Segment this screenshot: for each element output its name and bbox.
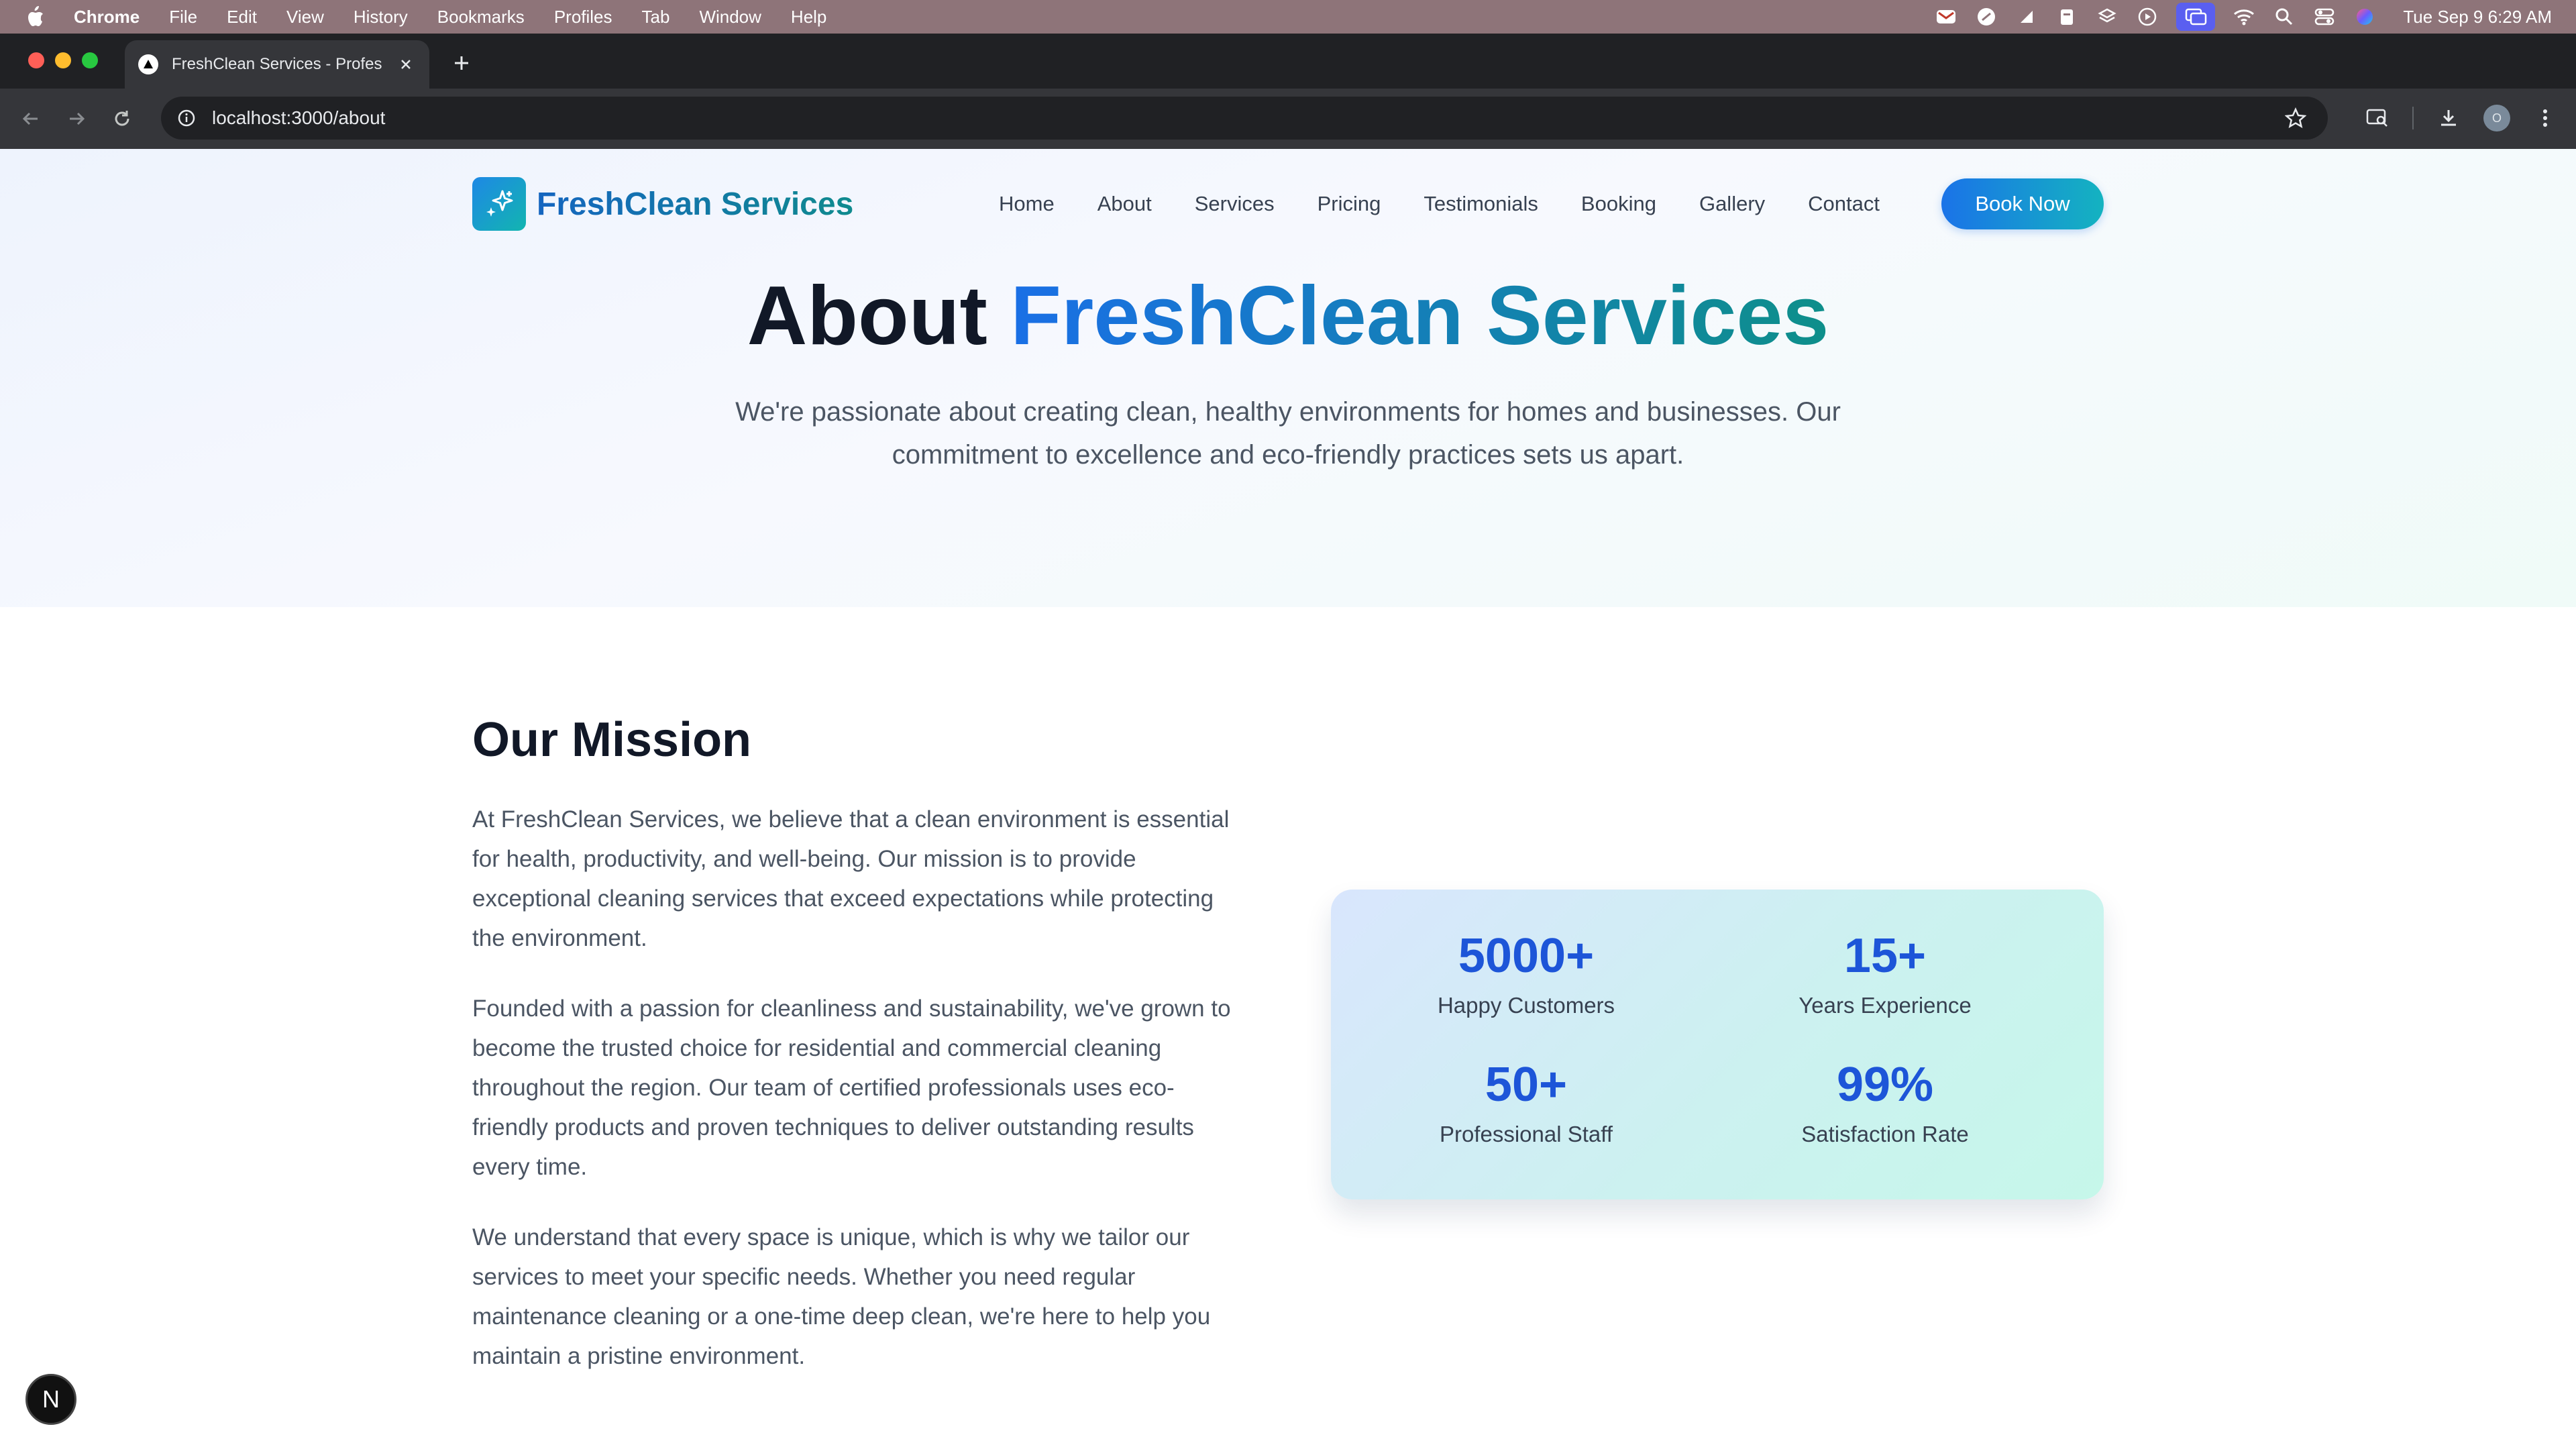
minimize-window-button[interactable] bbox=[55, 52, 71, 68]
browser-tabstrip: FreshClean Services - Profes bbox=[0, 34, 2576, 89]
stat-label: Professional Staff bbox=[1439, 1122, 1613, 1146]
forward-arrow-icon[interactable] bbox=[62, 104, 91, 133]
page-title: About FreshClean Services bbox=[0, 268, 2576, 364]
siri-icon[interactable] bbox=[2353, 5, 2376, 28]
address-bar[interactable]: localhost:3000/about bbox=[161, 97, 2328, 140]
stat-professional-staff: 50+ Professional Staff bbox=[1372, 1057, 1680, 1147]
cloud-status-icon[interactable] bbox=[2015, 5, 2038, 28]
nav-gallery[interactable]: Gallery bbox=[1699, 192, 1765, 216]
hero-subtitle: We're passionate about creating clean, h… bbox=[735, 397, 1841, 470]
site-info-icon[interactable] bbox=[174, 106, 199, 130]
apple-menu-icon[interactable] bbox=[25, 5, 46, 28]
mission-heading: Our Mission bbox=[472, 713, 752, 767]
browser-tab-active[interactable]: FreshClean Services - Profes bbox=[125, 40, 429, 89]
control-center-icon[interactable] bbox=[2313, 5, 2336, 28]
site-header: FreshClean Services Home About Services … bbox=[472, 177, 2104, 231]
nav-testimonials[interactable]: Testimonials bbox=[1424, 192, 1538, 216]
page-viewport: FreshClean Services Home About Services … bbox=[0, 149, 2576, 1449]
more-menu-icon[interactable] bbox=[2530, 103, 2560, 133]
menu-tab[interactable]: Tab bbox=[642, 7, 670, 28]
nav-services[interactable]: Services bbox=[1195, 192, 1275, 216]
menu-help[interactable]: Help bbox=[791, 7, 826, 28]
stat-satisfaction-rate: 99% Satisfaction Rate bbox=[1731, 1057, 2039, 1147]
browser-toolbar: localhost:3000/about O bbox=[0, 89, 2576, 149]
mission-paragraph: Founded with a passion for cleanliness a… bbox=[472, 996, 1231, 1180]
toolbar-actions: O bbox=[2343, 103, 2560, 133]
maximize-window-button[interactable] bbox=[82, 52, 98, 68]
stat-value: 15+ bbox=[1843, 929, 1927, 983]
mission-paragraph: At FreshClean Services, we believe that … bbox=[472, 806, 1230, 951]
screen-mirror-status-icon[interactable] bbox=[2176, 3, 2216, 31]
sparkles-logo-icon[interactable] bbox=[472, 177, 526, 231]
stat-years-experience: 15+ Years Experience bbox=[1731, 928, 2039, 1018]
tab-search-icon[interactable] bbox=[2363, 103, 2392, 133]
hero-section: FreshClean Services Home About Services … bbox=[0, 149, 2576, 607]
stat-value: 99% bbox=[1836, 1058, 1934, 1112]
play-status-icon[interactable] bbox=[2136, 5, 2159, 28]
tab-close-icon[interactable] bbox=[396, 54, 416, 74]
url-text[interactable]: localhost:3000/about bbox=[212, 107, 2282, 129]
wifi-icon[interactable] bbox=[2233, 5, 2255, 28]
clipboard-status-icon[interactable] bbox=[2055, 5, 2078, 28]
spotlight-search-icon[interactable] bbox=[2273, 5, 2296, 28]
nav-booking[interactable]: Booking bbox=[1581, 192, 1656, 216]
tab-title: FreshClean Services - Profes bbox=[172, 55, 382, 73]
toolbar-divider bbox=[2412, 107, 2414, 129]
menu-bookmarks[interactable]: Bookmarks bbox=[437, 7, 525, 28]
menu-edit[interactable]: Edit bbox=[227, 7, 257, 28]
mission-text: At FreshClean Services, we believe that … bbox=[472, 800, 1237, 1407]
bookmark-star-icon[interactable] bbox=[2282, 105, 2309, 131]
status-area: Tue Sep 9 6:29 AM bbox=[1935, 0, 2576, 34]
stat-value: 5000+ bbox=[1458, 929, 1595, 983]
menu-window[interactable]: Window bbox=[699, 7, 761, 28]
reload-icon[interactable] bbox=[107, 104, 137, 133]
nextjs-dev-indicator[interactable]: N bbox=[25, 1374, 76, 1425]
nav-home[interactable]: Home bbox=[999, 192, 1055, 216]
tab-favicon-icon bbox=[138, 54, 158, 74]
layers-status-icon[interactable] bbox=[2096, 5, 2118, 28]
stat-value: 50+ bbox=[1485, 1058, 1568, 1112]
menu-app-name[interactable]: Chrome bbox=[74, 7, 140, 28]
profile-avatar[interactable]: O bbox=[2483, 105, 2510, 131]
new-tab-icon[interactable] bbox=[448, 50, 475, 76]
nav-about[interactable]: About bbox=[1097, 192, 1152, 216]
page-title-highlight: FreshClean Services bbox=[1010, 270, 1829, 362]
menu-history[interactable]: History bbox=[354, 7, 408, 28]
menu-view[interactable]: View bbox=[286, 7, 324, 28]
stats-card: 5000+ Happy Customers 15+ Years Experien… bbox=[1331, 890, 2104, 1199]
nav-pricing[interactable]: Pricing bbox=[1318, 192, 1381, 216]
stat-label: Years Experience bbox=[1799, 993, 1972, 1018]
back-arrow-icon[interactable] bbox=[16, 104, 46, 133]
book-now-button[interactable]: Book Now bbox=[1941, 178, 2104, 229]
vpn-status-icon[interactable] bbox=[1975, 5, 1998, 28]
site-logo-text[interactable]: FreshClean Services bbox=[537, 186, 853, 223]
page-title-prefix: About bbox=[747, 270, 987, 362]
window-controls bbox=[28, 52, 109, 68]
mission-paragraph: We understand that every space is unique… bbox=[472, 1224, 1211, 1369]
main-nav: Home About Services Pricing Testimonials… bbox=[999, 177, 1880, 231]
stat-happy-customers: 5000+ Happy Customers bbox=[1372, 928, 1680, 1018]
menu-file[interactable]: File bbox=[169, 7, 197, 28]
download-icon[interactable] bbox=[2434, 103, 2463, 133]
mail-status-icon[interactable] bbox=[1935, 5, 1957, 28]
close-window-button[interactable] bbox=[28, 52, 44, 68]
menubar-clock[interactable]: Tue Sep 9 6:29 AM bbox=[2403, 7, 2552, 28]
macos-menubar: Chrome File Edit View History Bookmarks … bbox=[0, 0, 2576, 34]
menu-profiles[interactable]: Profiles bbox=[554, 7, 612, 28]
nav-contact[interactable]: Contact bbox=[1808, 192, 1880, 216]
stat-label: Happy Customers bbox=[1437, 993, 1615, 1018]
stat-label: Satisfaction Rate bbox=[1801, 1122, 1969, 1146]
